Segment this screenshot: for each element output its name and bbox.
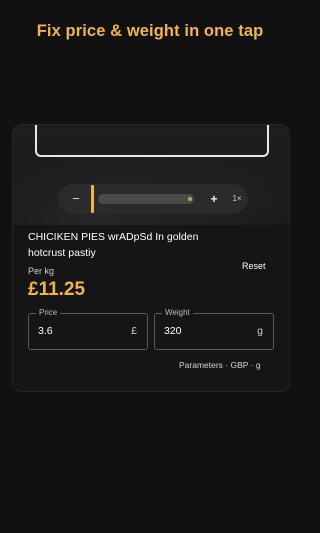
zoom-out-button[interactable]: − — [70, 191, 82, 207]
price-field-label: Price — [36, 307, 61, 319]
parameters-link[interactable]: Parameters · GBP · g — [179, 360, 261, 370]
camera-preview: − + 1× — [13, 125, 289, 225]
zoom-slider-thumb[interactable] — [188, 197, 192, 201]
zoom-control: − + 1× — [58, 184, 248, 214]
weight-field[interactable]: Weight 320 g — [154, 307, 274, 350]
weight-unit-suffix: g — [257, 325, 263, 337]
price-value[interactable]: 3.6 — [38, 325, 53, 337]
scanner-card: − + 1× CHICIKEN PIES wrADpSd In golden h… — [12, 124, 290, 392]
zoom-position-indicator — [91, 185, 94, 213]
headline: Fix price & weight in one tap — [36, 22, 264, 40]
zoom-slider[interactable] — [98, 194, 194, 204]
product-name: CHICIKEN PIES wrADpSd In golden hotcrust… — [28, 231, 199, 259]
unit-label: Per kg — [28, 266, 55, 276]
zoom-level-label[interactable]: 1× — [229, 192, 245, 206]
weight-value[interactable]: 320 — [164, 325, 182, 337]
currency-suffix: £ — [131, 325, 137, 337]
weight-field-label: Weight — [162, 307, 193, 319]
price-per-unit: £11.25 — [28, 279, 86, 300]
reset-button[interactable]: Reset — [242, 261, 266, 271]
viewfinder-frame — [35, 125, 269, 157]
zoom-in-button[interactable]: + — [208, 191, 220, 207]
price-field[interactable]: Price 3.6 £ — [28, 307, 148, 350]
